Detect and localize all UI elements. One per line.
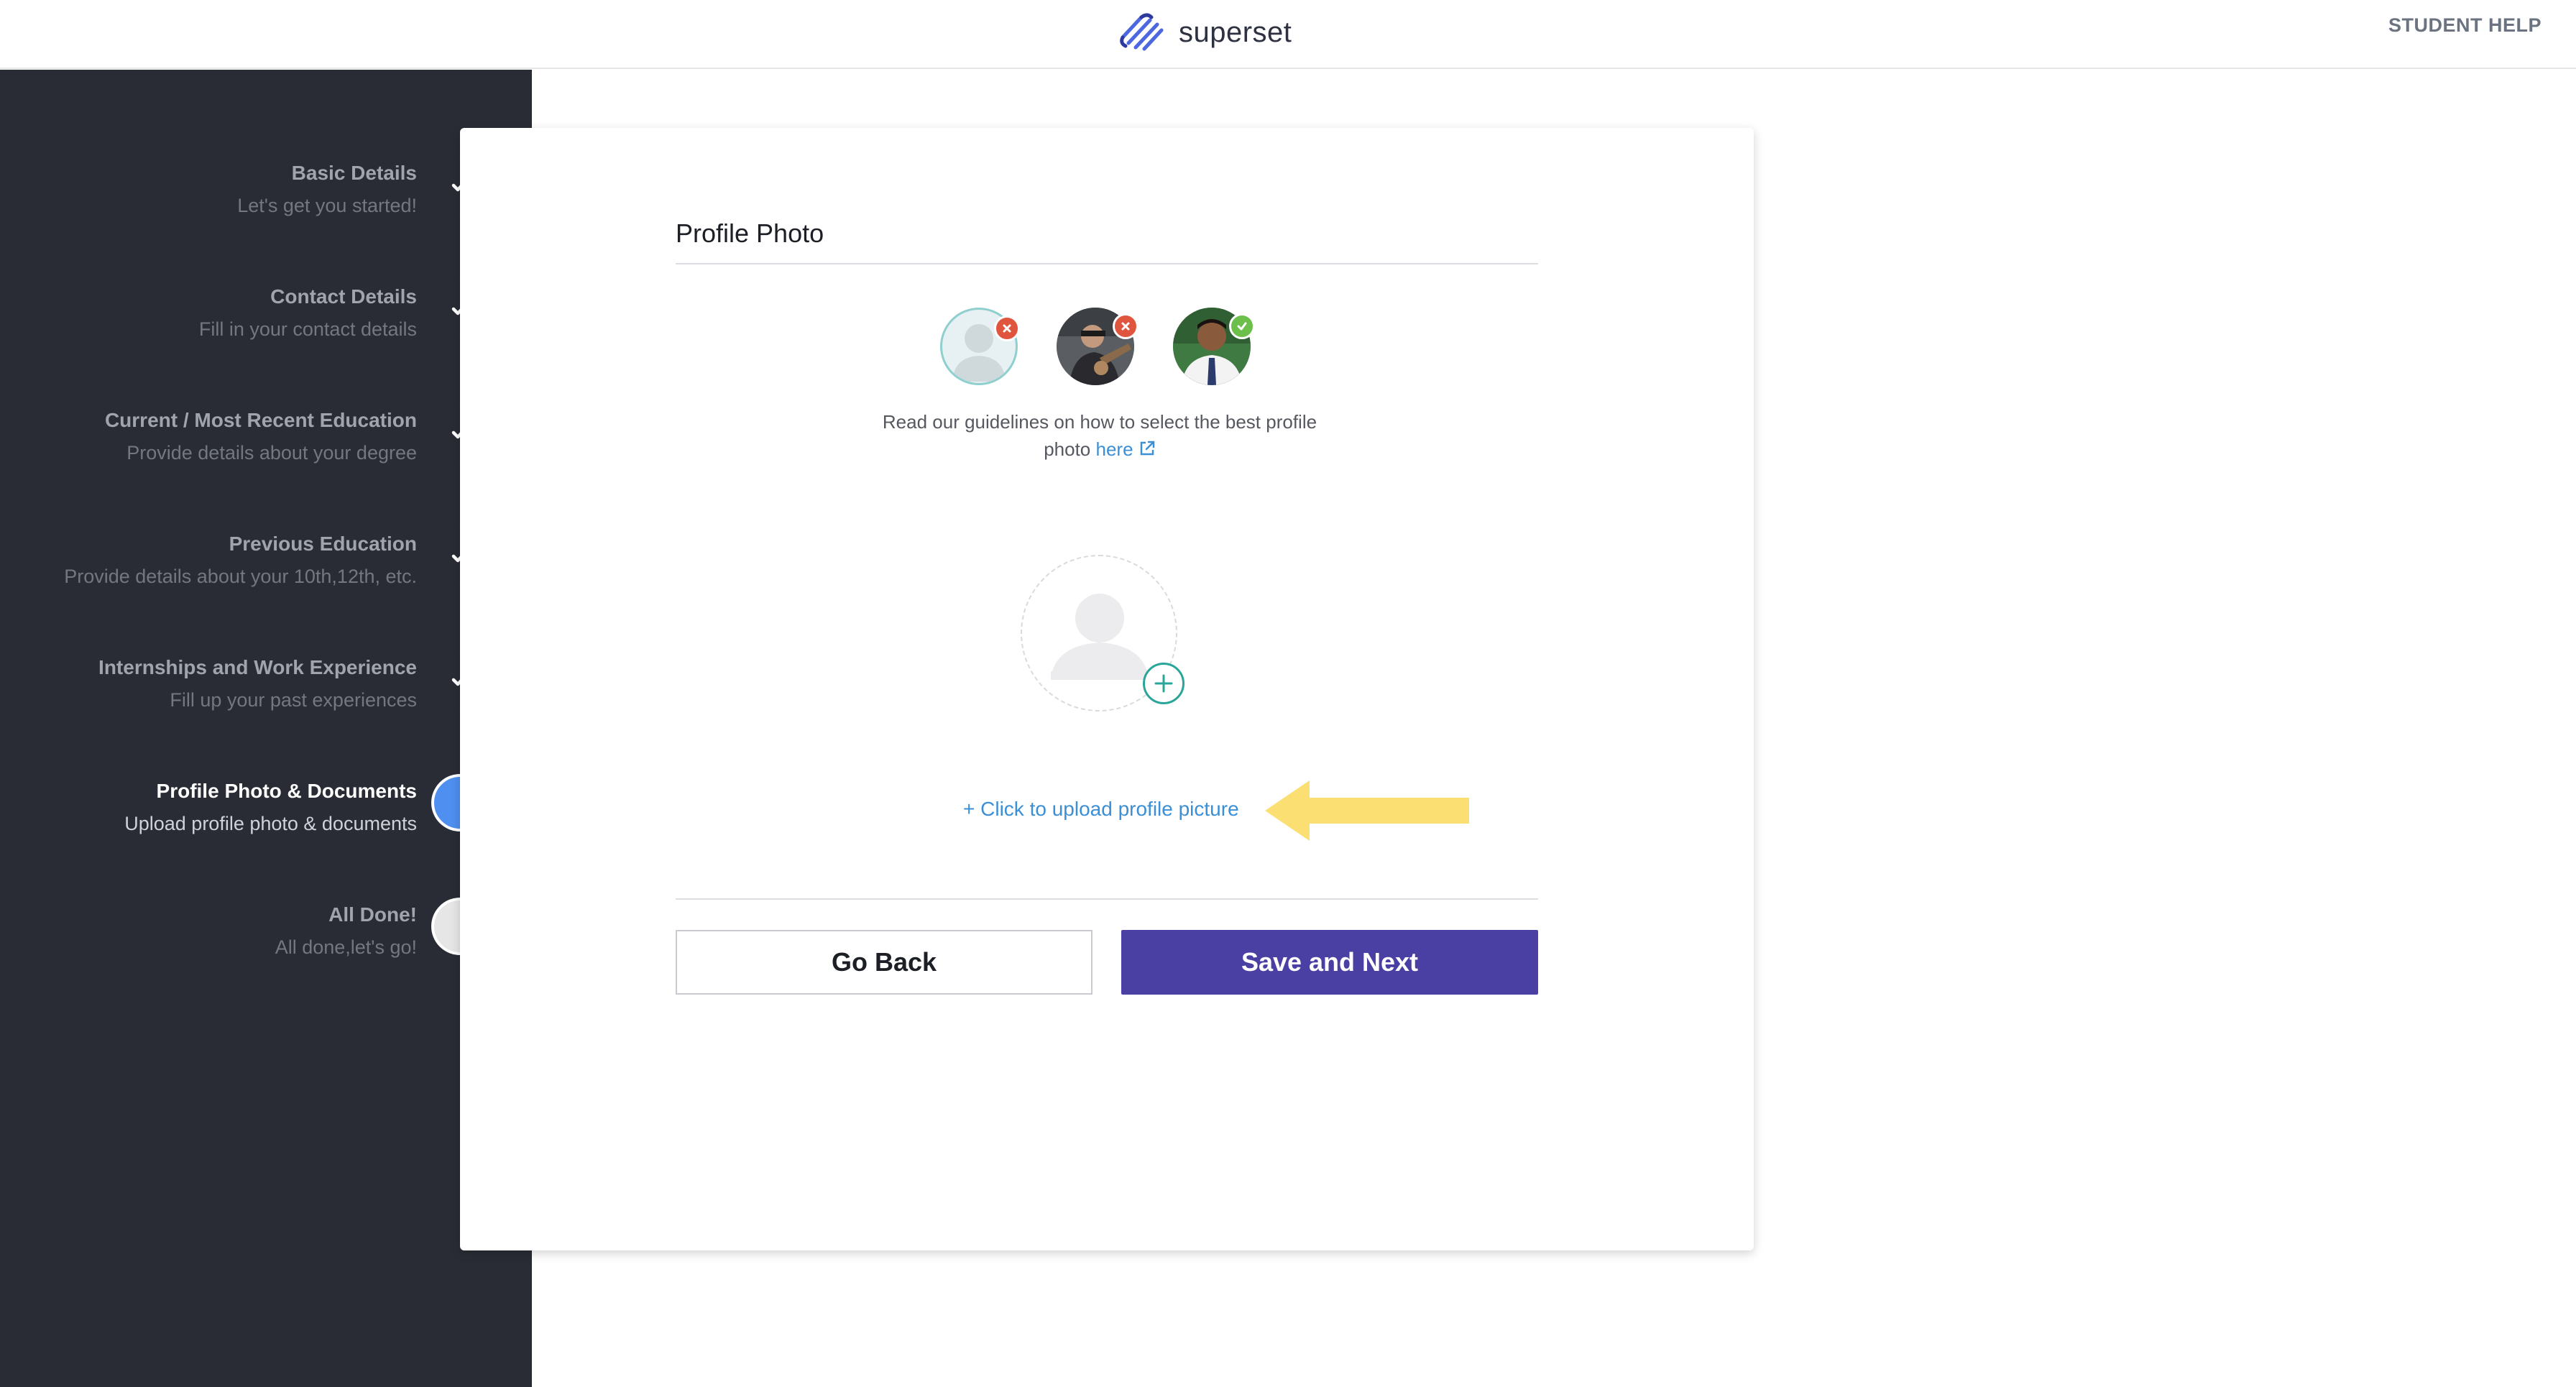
profile-photo-card: Profile Photo Read our guidelines on how… [460, 128, 1754, 1250]
add-photo-icon[interactable] [1143, 663, 1184, 704]
logo-text: superset [1179, 16, 1292, 48]
top-bar: superset STUDENT HELP [0, 0, 2576, 69]
profile-picture-dropzone[interactable] [1021, 555, 1184, 711]
step-subtitle: Upload profile photo & documents [124, 813, 417, 834]
step-contact-details[interactable]: Contact Details Fill in your contact det… [0, 280, 532, 372]
step-basic-details[interactable]: Basic Details Let's get you started! [0, 156, 532, 248]
step-all-done[interactable]: All Done! All done,let's go! [0, 898, 532, 990]
step-current-education[interactable]: Current / Most Recent Education Provide … [0, 403, 532, 495]
save-and-next-button[interactable]: Save and Next [1121, 930, 1538, 995]
reject-icon [1113, 313, 1138, 339]
step-subtitle: All done,let's go! [275, 936, 417, 958]
step-subtitle: Provide details about your 10th,12th, et… [64, 566, 417, 587]
step-title: Current / Most Recent Education [104, 409, 417, 431]
step-title: Profile Photo & Documents [156, 780, 417, 802]
superset-logo[interactable]: superset [1116, 7, 1292, 57]
step-subtitle: Let's get you started! [237, 195, 417, 216]
step-profile-photo-documents[interactable]: Profile Photo & Documents Upload profile… [0, 774, 532, 866]
step-title: Contact Details [270, 285, 417, 308]
photo-guidelines-text: Read our guidelines on how to select the… [862, 408, 1337, 463]
step-previous-education[interactable]: Previous Education Provide details about… [0, 527, 532, 619]
step-work-experience[interactable]: Internships and Work Experience Fill up … [0, 650, 532, 742]
guidelines-link[interactable]: here [1096, 438, 1156, 460]
step-title: All Done! [328, 903, 417, 926]
step-subtitle: Fill in your contact details [198, 318, 417, 340]
accept-icon [1229, 313, 1255, 339]
progress-sidebar: Basic Details Let's get you started! Con… [0, 70, 532, 1387]
reject-icon [994, 315, 1020, 341]
student-help-link[interactable]: STUDENT HELP [2388, 14, 2542, 37]
section-divider [676, 263, 1538, 264]
go-back-button[interactable]: Go Back [676, 930, 1092, 995]
step-subtitle: Fill up your past experiences [170, 689, 417, 711]
section-title: Profile Photo [676, 218, 824, 248]
photo-guideline-examples [940, 308, 1256, 394]
annotation-arrow-icon [1265, 780, 1469, 841]
step-title: Basic Details [291, 162, 417, 184]
external-link-icon [1140, 441, 1155, 456]
step-title: Internships and Work Experience [98, 656, 417, 678]
example-casual-photo [1057, 308, 1138, 385]
actions-divider [676, 898, 1538, 900]
step-subtitle: Provide details about your degree [126, 442, 417, 464]
upload-profile-picture-link[interactable]: + Click to upload profile picture [963, 798, 1239, 821]
example-default-avatar [940, 308, 1020, 385]
superset-logo-icon [1120, 13, 1164, 51]
example-formal-portrait [1173, 308, 1255, 385]
step-title: Previous Education [229, 533, 417, 555]
